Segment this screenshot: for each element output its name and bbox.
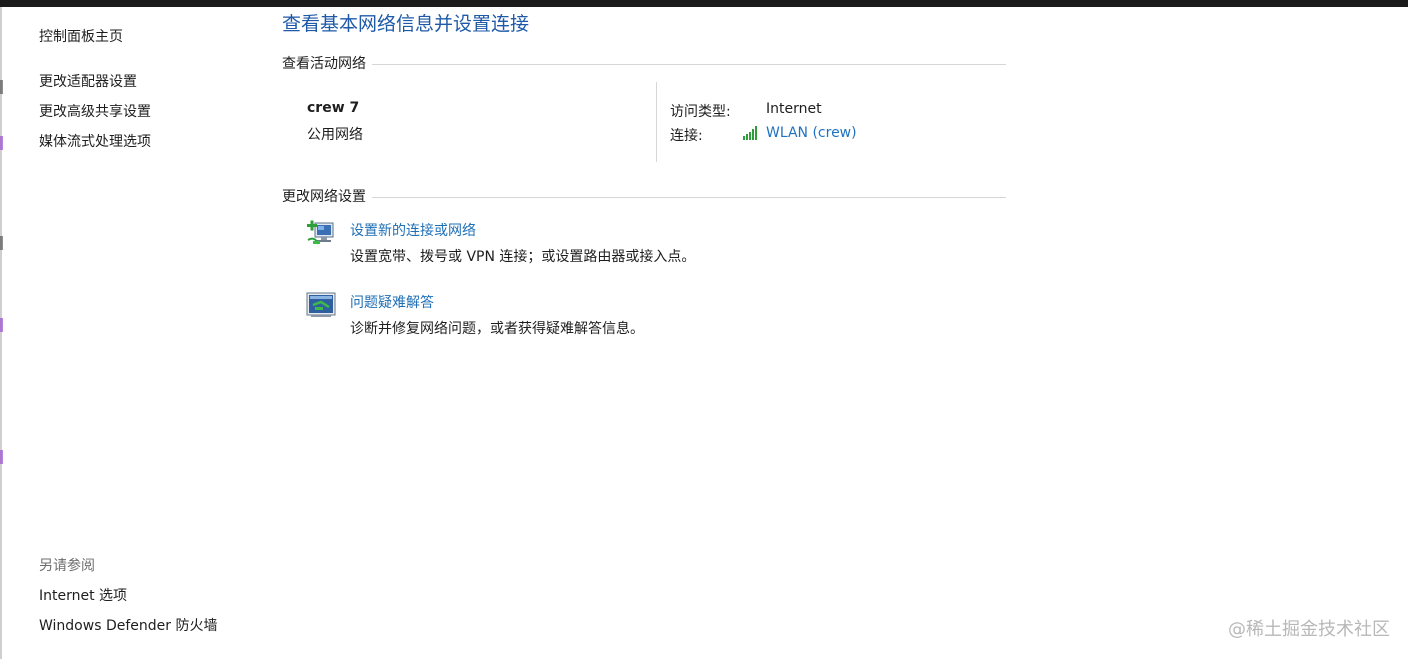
access-type-label: 访问类型:	[670, 104, 731, 120]
network-and-sharing-center: 控制面板主页 更改适配器设置 更改高级共享设置 媒体流式处理选项 另请参阅 In…	[0, 0, 1408, 659]
section-divider	[372, 197, 1006, 198]
change-settings-section-header: 更改网络设置	[282, 186, 1006, 206]
sidebar-item-media-streaming-options[interactable]: 媒体流式处理选项	[39, 131, 151, 151]
active-networks-section-header: 查看活动网络	[282, 53, 1006, 73]
window-left-edge	[0, 7, 2, 659]
setup-new-connection-link[interactable]: 设置新的连接或网络	[350, 220, 476, 240]
network-category: 公用网络	[307, 127, 363, 143]
see-also-heading: 另请参阅	[39, 558, 95, 574]
sidebar-item-advanced-sharing-settings[interactable]: 更改高级共享设置	[39, 101, 151, 121]
new-connection-icon	[305, 218, 337, 248]
wlan-connection-label: WLAN (crew)	[766, 125, 857, 141]
setup-new-connection-description: 设置宽带、拨号或 VPN 连接；或设置路由器或接入点。	[350, 249, 696, 265]
troubleshoot-icon	[305, 290, 337, 320]
edge-artifact	[0, 236, 3, 250]
troubleshoot-problems-description: 诊断并修复网络问题，或者获得疑难解答信息。	[350, 321, 644, 337]
sidebar-control-panel-home[interactable]: 控制面板主页	[39, 26, 123, 46]
troubleshoot-problems-link[interactable]: 问题疑难解答	[350, 292, 434, 312]
wifi-signal-icon	[743, 126, 757, 140]
edge-artifact	[0, 80, 3, 94]
edge-artifact	[0, 450, 3, 464]
active-networks-heading: 查看活动网络	[282, 56, 366, 72]
see-also-windows-defender-firewall[interactable]: Windows Defender 防火墙	[39, 615, 217, 635]
edge-artifact	[0, 318, 3, 332]
network-name: crew 7	[307, 100, 360, 116]
change-settings-heading: 更改网络设置	[282, 189, 366, 205]
access-type-value: Internet	[766, 101, 822, 117]
watermark: @稀土掘金技术社区	[1228, 619, 1390, 640]
section-divider	[372, 64, 1006, 65]
connections-label: 连接:	[670, 128, 703, 144]
see-also-internet-options[interactable]: Internet 选项	[39, 585, 127, 605]
sidebar-item-change-adapter-settings[interactable]: 更改适配器设置	[39, 71, 137, 91]
vertical-divider	[656, 82, 657, 162]
page-title: 查看基本网络信息并设置连接	[282, 13, 530, 35]
window-top-bar	[0, 0, 1408, 7]
wlan-connection-link[interactable]: WLAN (crew)	[742, 125, 857, 141]
edge-artifact	[0, 136, 3, 150]
